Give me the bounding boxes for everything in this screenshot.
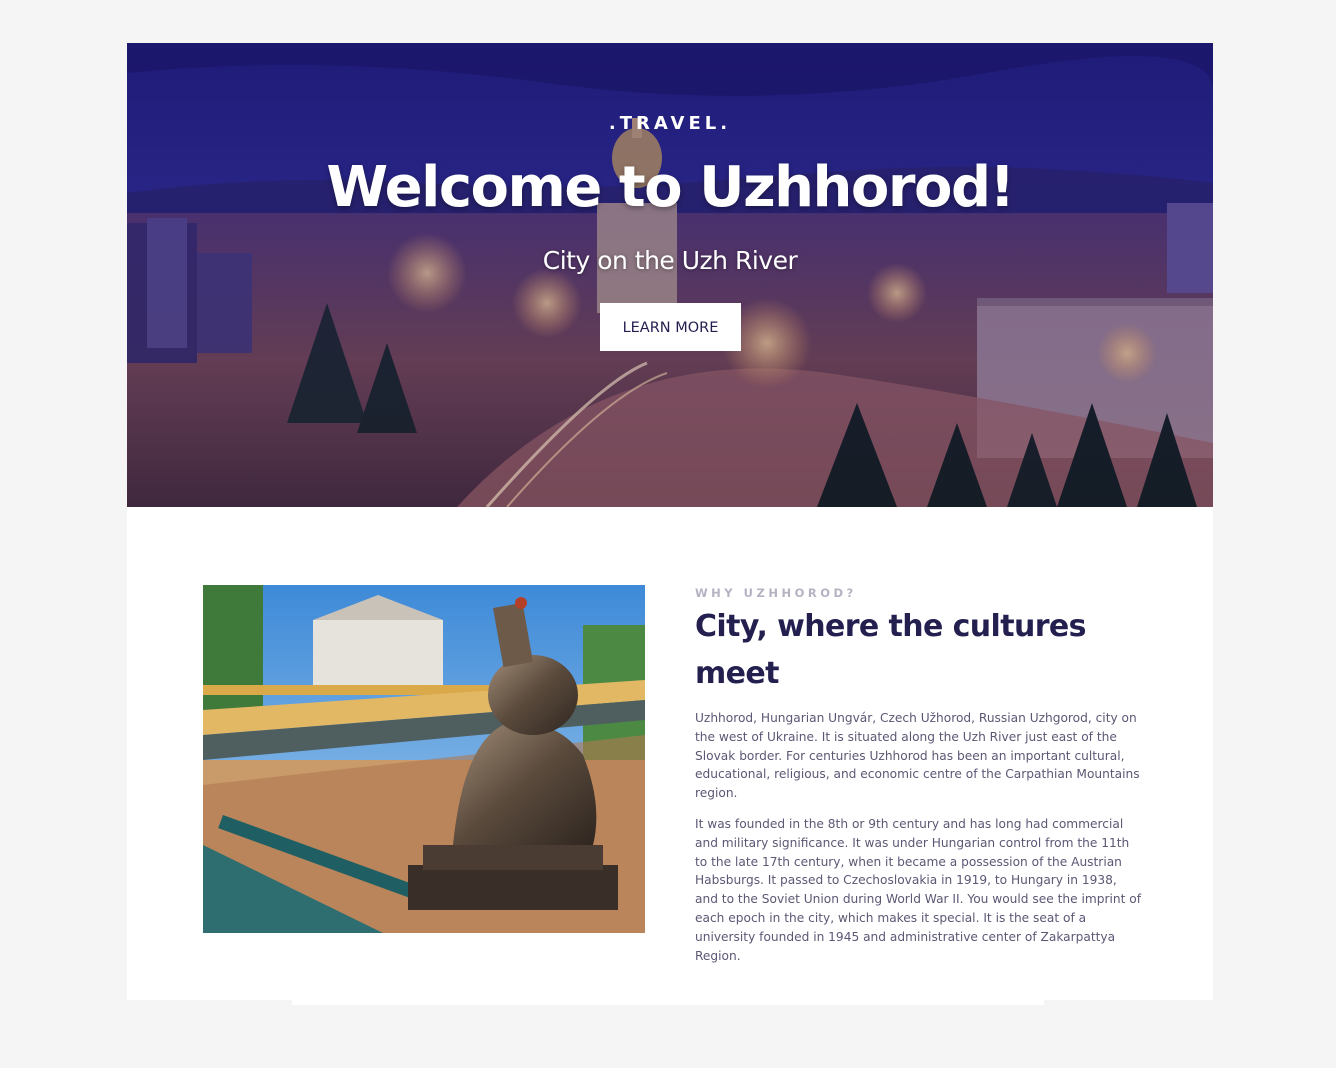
statue-photo-image [203, 585, 645, 933]
about-paragraph-2: It was founded in the 8th or 9th century… [695, 817, 1142, 963]
main-card: .TRAVEL. Welcome to Uzhhorod! City on th… [127, 43, 1213, 1000]
section-eyebrow: WHY UZHHOROD? [695, 586, 857, 600]
about-paragraph-1: Uzhhorod, Hungarian Ungvár, Czech Užhoro… [695, 711, 1140, 801]
hero-title: Welcome to Uzhhorod! [326, 155, 1015, 220]
card-bottom-edge [292, 1000, 1044, 1005]
hero-banner: .TRAVEL. Welcome to Uzhhorod! City on th… [127, 43, 1213, 507]
section-title: City, where the cultures meet [695, 609, 1087, 691]
learn-more-button[interactable]: LEARN MORE [600, 303, 741, 351]
hero-kicker: .TRAVEL. [608, 113, 732, 134]
hero-subtitle: City on the Uzh River [542, 246, 798, 275]
uzhhorod-statue-photo [203, 585, 645, 933]
